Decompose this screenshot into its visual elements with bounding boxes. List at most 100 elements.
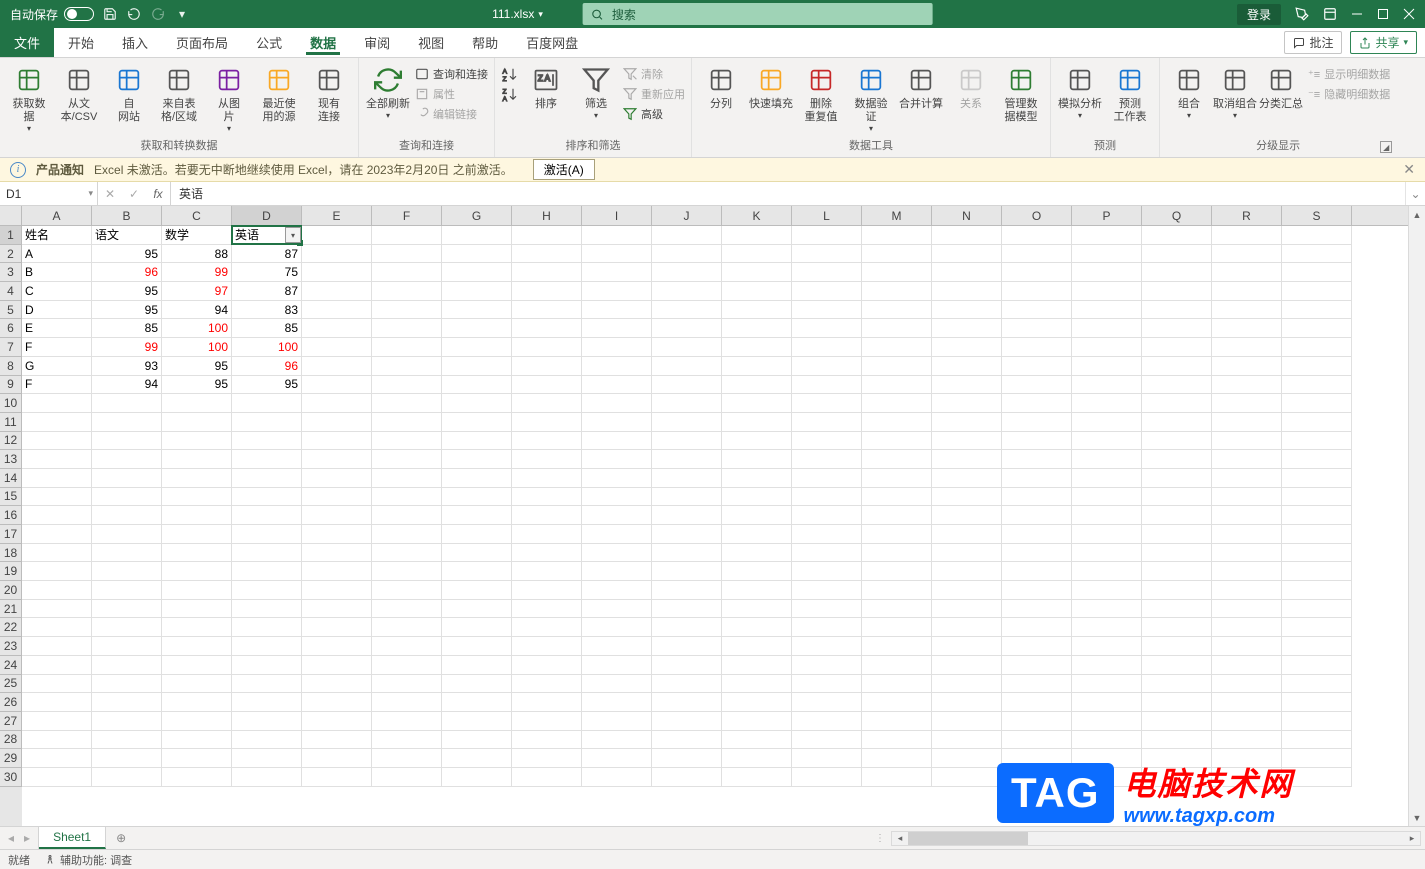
cell[interactable] bbox=[652, 618, 722, 637]
cell[interactable] bbox=[722, 525, 792, 544]
cell[interactable] bbox=[1142, 263, 1212, 282]
cell[interactable] bbox=[932, 618, 1002, 637]
hscroll-thumb[interactable] bbox=[908, 832, 1028, 845]
cell[interactable] bbox=[302, 338, 372, 357]
cell[interactable] bbox=[722, 506, 792, 525]
cell[interactable] bbox=[1142, 637, 1212, 656]
cell[interactable] bbox=[512, 357, 582, 376]
row-header[interactable]: 2 bbox=[0, 245, 22, 264]
cell[interactable] bbox=[1282, 768, 1352, 787]
cell[interactable] bbox=[1282, 506, 1352, 525]
cell[interactable]: 100 bbox=[232, 338, 302, 357]
cell[interactable] bbox=[1002, 319, 1072, 338]
cell[interactable] bbox=[232, 432, 302, 451]
cell[interactable] bbox=[162, 731, 232, 750]
scroll-up-icon[interactable]: ▲ bbox=[1409, 206, 1425, 223]
cell[interactable] bbox=[92, 656, 162, 675]
cell[interactable] bbox=[582, 712, 652, 731]
cell[interactable] bbox=[932, 562, 1002, 581]
cell[interactable] bbox=[302, 413, 372, 432]
cell[interactable] bbox=[652, 413, 722, 432]
cell[interactable] bbox=[792, 245, 862, 264]
cell[interactable] bbox=[652, 656, 722, 675]
cell[interactable] bbox=[232, 749, 302, 768]
cell[interactable] bbox=[162, 432, 232, 451]
cell[interactable] bbox=[92, 432, 162, 451]
cell[interactable] bbox=[792, 618, 862, 637]
accessibility-status[interactable]: 辅助功能: 调查 bbox=[44, 852, 132, 868]
cell[interactable] bbox=[92, 544, 162, 563]
cell[interactable] bbox=[722, 712, 792, 731]
预测-工作表-button[interactable]: 预测 工作表 bbox=[1107, 62, 1153, 124]
cell[interactable] bbox=[372, 544, 442, 563]
cell[interactable] bbox=[302, 712, 372, 731]
cell[interactable] bbox=[512, 506, 582, 525]
cell[interactable] bbox=[1072, 731, 1142, 750]
cell[interactable] bbox=[1282, 675, 1352, 694]
vertical-scrollbar[interactable]: ▲ ▼ bbox=[1408, 206, 1425, 826]
cell[interactable] bbox=[1282, 394, 1352, 413]
cell[interactable] bbox=[162, 525, 232, 544]
cell[interactable] bbox=[792, 712, 862, 731]
cell[interactable] bbox=[442, 637, 512, 656]
cell[interactable] bbox=[582, 301, 652, 320]
cell[interactable] bbox=[652, 581, 722, 600]
col-header[interactable]: R bbox=[1212, 206, 1282, 225]
cell[interactable]: 75 bbox=[232, 263, 302, 282]
cell[interactable] bbox=[442, 245, 512, 264]
tab-视图[interactable]: 视图 bbox=[404, 28, 458, 57]
cell[interactable] bbox=[372, 488, 442, 507]
cell[interactable] bbox=[652, 357, 722, 376]
tab-数据[interactable]: 数据 bbox=[296, 28, 350, 57]
col-header[interactable]: J bbox=[652, 206, 722, 225]
cell[interactable] bbox=[372, 469, 442, 488]
cell[interactable] bbox=[862, 263, 932, 282]
filter-button[interactable]: 筛选 ▾ bbox=[573, 62, 619, 121]
cell[interactable] bbox=[1142, 413, 1212, 432]
cell[interactable] bbox=[932, 749, 1002, 768]
cell[interactable] bbox=[932, 731, 1002, 750]
cell[interactable] bbox=[512, 675, 582, 694]
row-header[interactable]: 11 bbox=[0, 413, 22, 432]
cell[interactable] bbox=[442, 731, 512, 750]
cell[interactable] bbox=[92, 450, 162, 469]
cell[interactable] bbox=[862, 319, 932, 338]
cell[interactable] bbox=[1142, 768, 1212, 787]
cell[interactable] bbox=[1072, 245, 1142, 264]
cell[interactable]: 95 bbox=[162, 357, 232, 376]
cell[interactable]: B bbox=[22, 263, 92, 282]
cell[interactable] bbox=[162, 768, 232, 787]
cell[interactable] bbox=[722, 263, 792, 282]
cell[interactable] bbox=[232, 618, 302, 637]
cell[interactable] bbox=[512, 301, 582, 320]
cell[interactable] bbox=[1282, 637, 1352, 656]
cell[interactable] bbox=[1002, 506, 1072, 525]
accept-formula-icon[interactable]: ✓ bbox=[122, 187, 146, 201]
cell[interactable] bbox=[372, 768, 442, 787]
autosave-toggle[interactable]: 自动保存 bbox=[10, 6, 94, 23]
cell[interactable] bbox=[372, 226, 442, 245]
cell[interactable] bbox=[232, 413, 302, 432]
spreadsheet-grid[interactable]: ABCDEFGHIJKLMNOPQRS 12345678910111213141… bbox=[0, 206, 1425, 826]
cell[interactable] bbox=[1282, 376, 1352, 395]
cell[interactable] bbox=[1282, 731, 1352, 750]
cell[interactable] bbox=[512, 338, 582, 357]
col-header[interactable]: D bbox=[232, 206, 302, 225]
关系-button[interactable]: 关系 bbox=[948, 62, 994, 111]
cell[interactable]: 97 bbox=[162, 282, 232, 301]
cell[interactable] bbox=[1212, 637, 1282, 656]
row-header[interactable]: 9 bbox=[0, 376, 22, 395]
cell[interactable] bbox=[862, 394, 932, 413]
cell[interactable] bbox=[372, 656, 442, 675]
cell[interactable] bbox=[1212, 749, 1282, 768]
close-icon[interactable]: ✕ bbox=[1403, 161, 1415, 178]
cell[interactable] bbox=[302, 749, 372, 768]
cell[interactable] bbox=[92, 562, 162, 581]
cell[interactable] bbox=[792, 469, 862, 488]
row-header[interactable]: 18 bbox=[0, 544, 22, 563]
cell[interactable] bbox=[652, 226, 722, 245]
cell[interactable] bbox=[302, 245, 372, 264]
cell[interactable] bbox=[22, 693, 92, 712]
cell[interactable]: 93 bbox=[92, 357, 162, 376]
cell[interactable] bbox=[932, 394, 1002, 413]
